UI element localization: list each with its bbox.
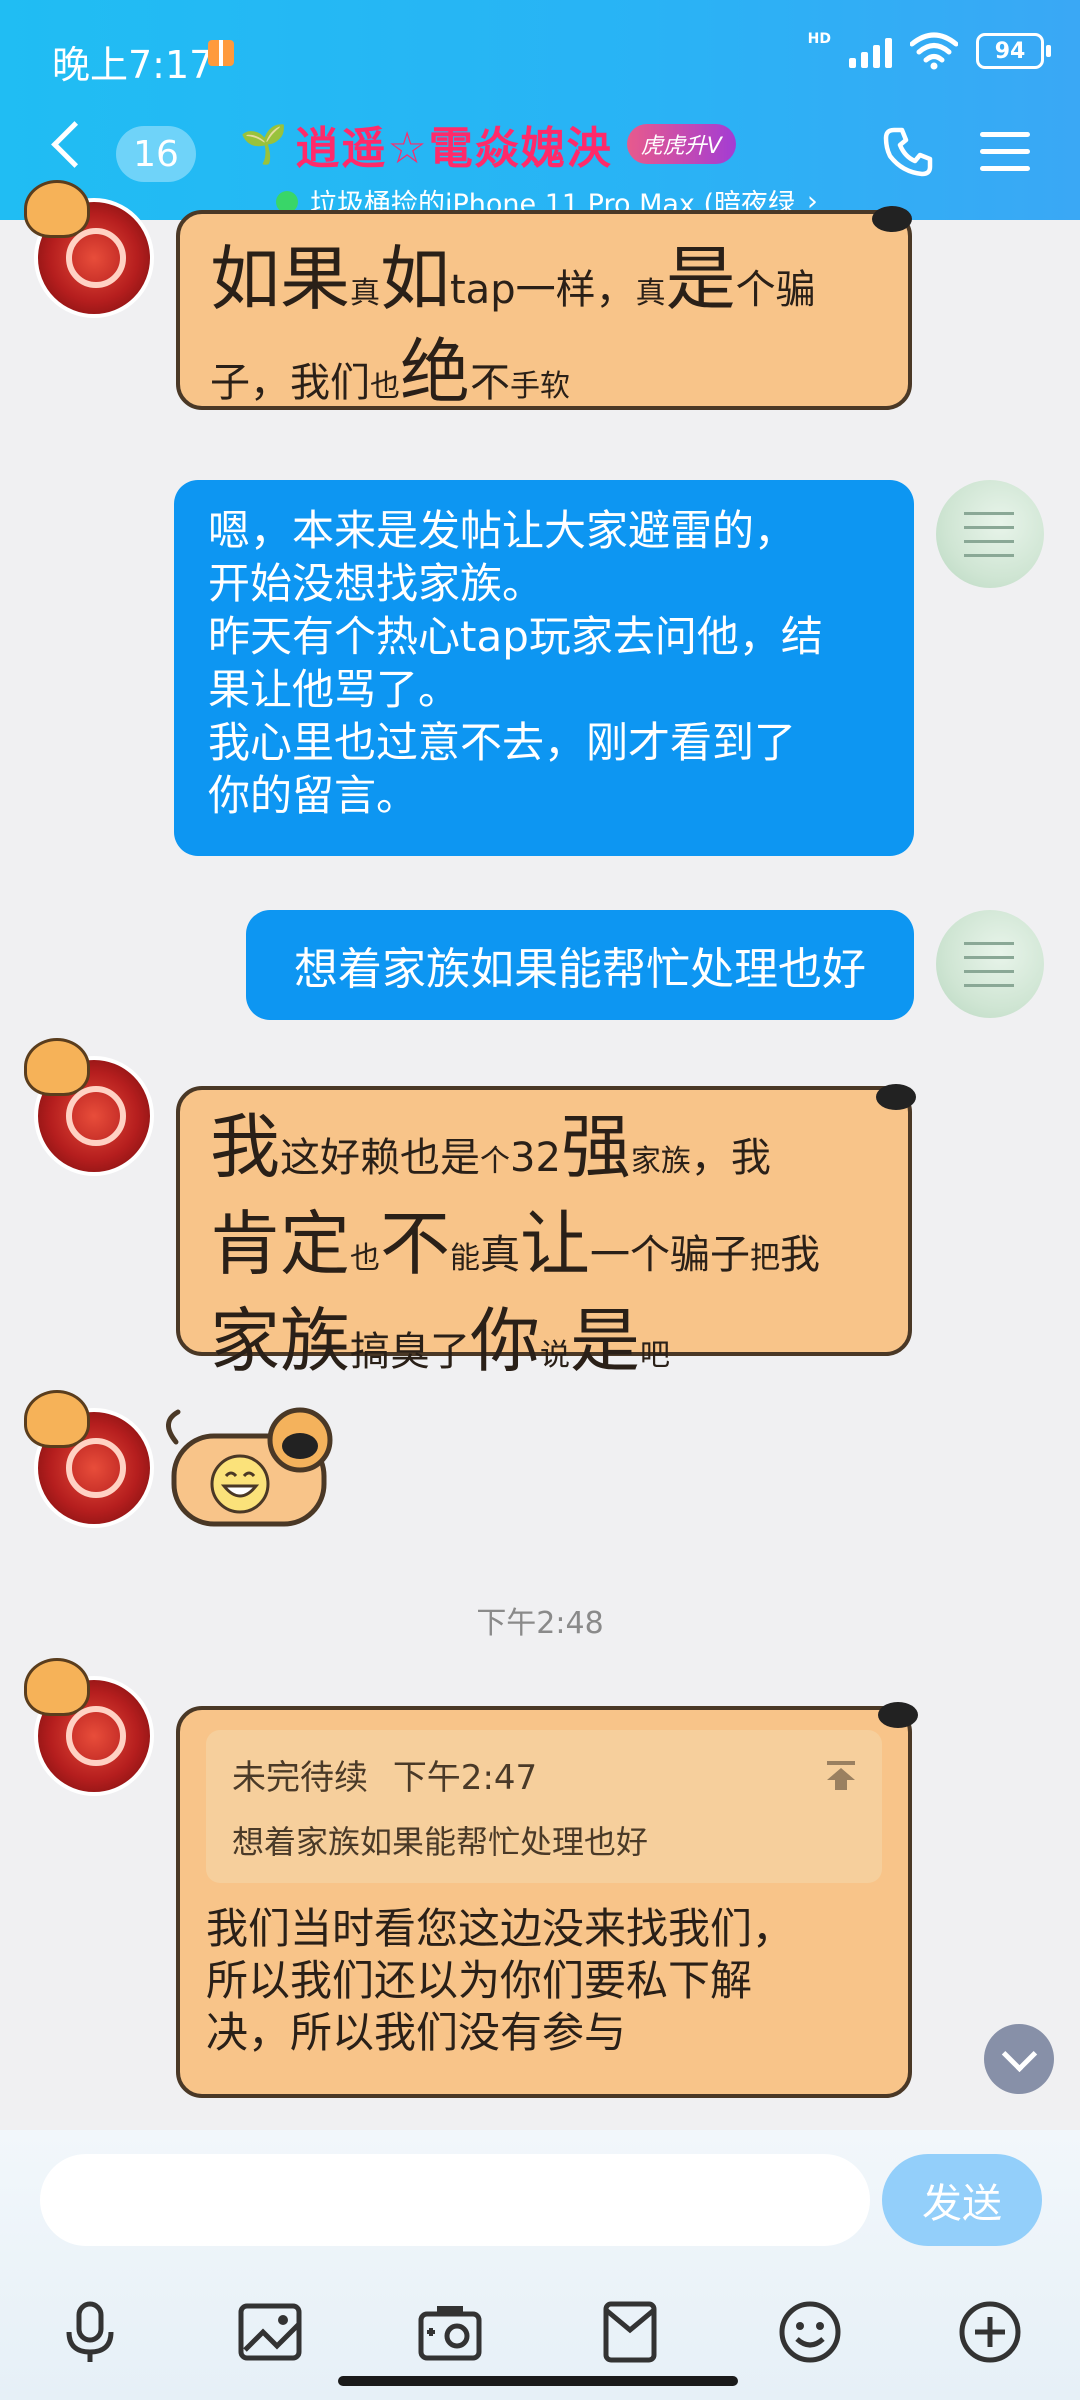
hd-label: HD	[807, 31, 831, 47]
message-bubble: 如果真如tap一样，真是个骗 子，我们也绝不手软	[176, 206, 912, 413]
scroll-to-bottom-button[interactable]	[984, 2024, 1054, 2094]
message-text: 能	[450, 1241, 480, 1276]
message-text: 把	[750, 1241, 780, 1276]
avatar[interactable]	[24, 1658, 154, 1796]
sticker-decoration	[876, 1084, 916, 1110]
message-text: 真	[480, 1232, 520, 1278]
message-text: 决，所以我们没有参与	[206, 2008, 627, 2057]
message-text: 是	[570, 1300, 640, 1382]
my-avatar[interactable]	[936, 910, 1044, 1018]
message-text: 你的留言。	[208, 771, 419, 820]
message-text: 如果	[210, 238, 350, 320]
message-text: 不	[380, 1203, 450, 1285]
camera-icon[interactable]	[410, 2292, 490, 2372]
home-indicator	[338, 2376, 738, 2386]
battery-level: 94	[994, 38, 1026, 64]
quote-time: 下午2:47	[392, 1758, 538, 1798]
tiger-sticker[interactable]	[160, 1402, 340, 1532]
sticker-decoration	[872, 206, 912, 232]
avatar[interactable]	[24, 180, 154, 318]
status-icons: HD 94	[807, 31, 1051, 70]
message-bubble: 未完待续 下午2:47 想着家族如果能帮忙处理也好 我们当时看您这边没来找我们，…	[176, 1702, 918, 2098]
microphone-icon[interactable]	[50, 2292, 130, 2372]
message-text: 吧	[640, 1338, 670, 1373]
chat-title[interactable]: 🌱 逍遥☆電焱媿泱 虎虎升V 垃圾桶捡的iPhone 11 Pro Max (暗…	[240, 112, 840, 221]
top-bar: 晚上7:17 HD 94 16 🌱 逍遥☆電焱媿泱 虎虎升V 垃圾桶捡的iPho…	[0, 0, 1080, 220]
gift-icon	[208, 40, 234, 66]
message-input[interactable]	[40, 2154, 870, 2246]
toolbar	[0, 2292, 1080, 2372]
message-bubble: 我这好赖也是个32强家族，我 肯定也不能真让一个骗子把我 家族搞臭了你说是吧	[176, 1084, 916, 1380]
message-text: 不	[470, 360, 510, 406]
message-text: 个骗	[735, 267, 816, 313]
message-text: 开始没想找家族。	[208, 559, 545, 608]
message-text: 家族	[630, 1144, 691, 1179]
message-text: 说	[540, 1338, 570, 1373]
message-text: 也	[350, 1241, 380, 1276]
message-text: 子，我们	[210, 360, 370, 406]
time-divider: 下午2:48	[476, 1606, 604, 1641]
message-bubble: 想着家族如果能帮忙处理也好	[246, 910, 914, 1020]
send-button[interactable]: 发送	[882, 2154, 1042, 2246]
message-text: 强	[560, 1106, 631, 1188]
message-text: 所以我们还以为你们要私下解	[206, 1956, 753, 2005]
message-text: 让	[520, 1203, 590, 1285]
sticker-decoration	[878, 1702, 918, 1728]
image-icon[interactable]	[230, 2292, 310, 2372]
message-text: ，我	[690, 1135, 771, 1181]
message-text: 你	[470, 1300, 540, 1382]
sprout-icon: 🌱	[240, 121, 288, 166]
jump-to-message-icon[interactable]	[824, 1758, 858, 1792]
message-text: 肯定	[210, 1203, 350, 1285]
message-text: 真	[350, 276, 380, 311]
message-text: 想着家族如果能帮忙处理也好	[294, 944, 866, 995]
quoted-message[interactable]: 未完待续 下午2:47 想着家族如果能帮忙处理也好	[206, 1730, 882, 1883]
chat-name: 逍遥☆電焱媿泱	[295, 123, 613, 174]
message-text: 我	[210, 1106, 280, 1188]
back-icon[interactable]	[51, 121, 98, 168]
message-text: 32	[510, 1135, 561, 1181]
message-text: 手软	[510, 369, 570, 404]
message-text: 我们当时看您这边没来找我们，	[206, 1904, 795, 1953]
message-text: 家族	[210, 1300, 350, 1382]
message-text: 搞臭了	[350, 1329, 470, 1375]
message-bubble: 嗯，本来是发帖让大家避雷的， 开始没想找家族。 昨天有个热心tap玩家去问他，结…	[174, 480, 914, 856]
message-text: 是	[665, 238, 736, 320]
message-text: 嗯，本来是发帖让大家避雷的，	[208, 506, 797, 555]
signal-icon	[849, 34, 892, 68]
emoji-icon[interactable]	[770, 2292, 850, 2372]
plus-icon[interactable]	[950, 2292, 1030, 2372]
message-text: 一个骗子	[590, 1232, 750, 1278]
unread-count-badge[interactable]: 16	[116, 126, 196, 182]
message-text: 个	[480, 1144, 510, 1179]
wifi-icon	[910, 32, 958, 70]
message-text: 真	[635, 276, 666, 311]
message-text: 我	[780, 1232, 820, 1278]
my-avatar[interactable]	[936, 480, 1044, 588]
message-text: 我心里也过意不去，刚才看到了	[208, 718, 797, 767]
message-text: 绝	[400, 331, 470, 413]
phone-icon[interactable]	[880, 124, 936, 180]
avatar[interactable]	[24, 1038, 154, 1176]
composer: 发送	[0, 2130, 1080, 2400]
message-text: 昨天有个热心tap玩家去问他，结	[208, 612, 823, 661]
message-text: 这好赖也是	[280, 1135, 480, 1181]
message-text: 也	[370, 369, 400, 404]
quote-author: 未完待续	[232, 1758, 368, 1798]
message-text: 果让他骂了。	[208, 665, 461, 714]
avatar[interactable]	[24, 1390, 154, 1528]
quote-text: 想着家族如果能帮忙处理也好	[232, 1823, 649, 1861]
battery-icon: 94	[976, 33, 1051, 69]
message-text: tap一样，	[450, 267, 636, 313]
status-time: 晚上7:17	[52, 43, 214, 87]
red-packet-icon[interactable]	[590, 2292, 670, 2372]
vip-badge: 虎虎升V	[626, 124, 736, 164]
message-text: 如	[380, 238, 450, 320]
menu-icon[interactable]	[980, 132, 1030, 183]
